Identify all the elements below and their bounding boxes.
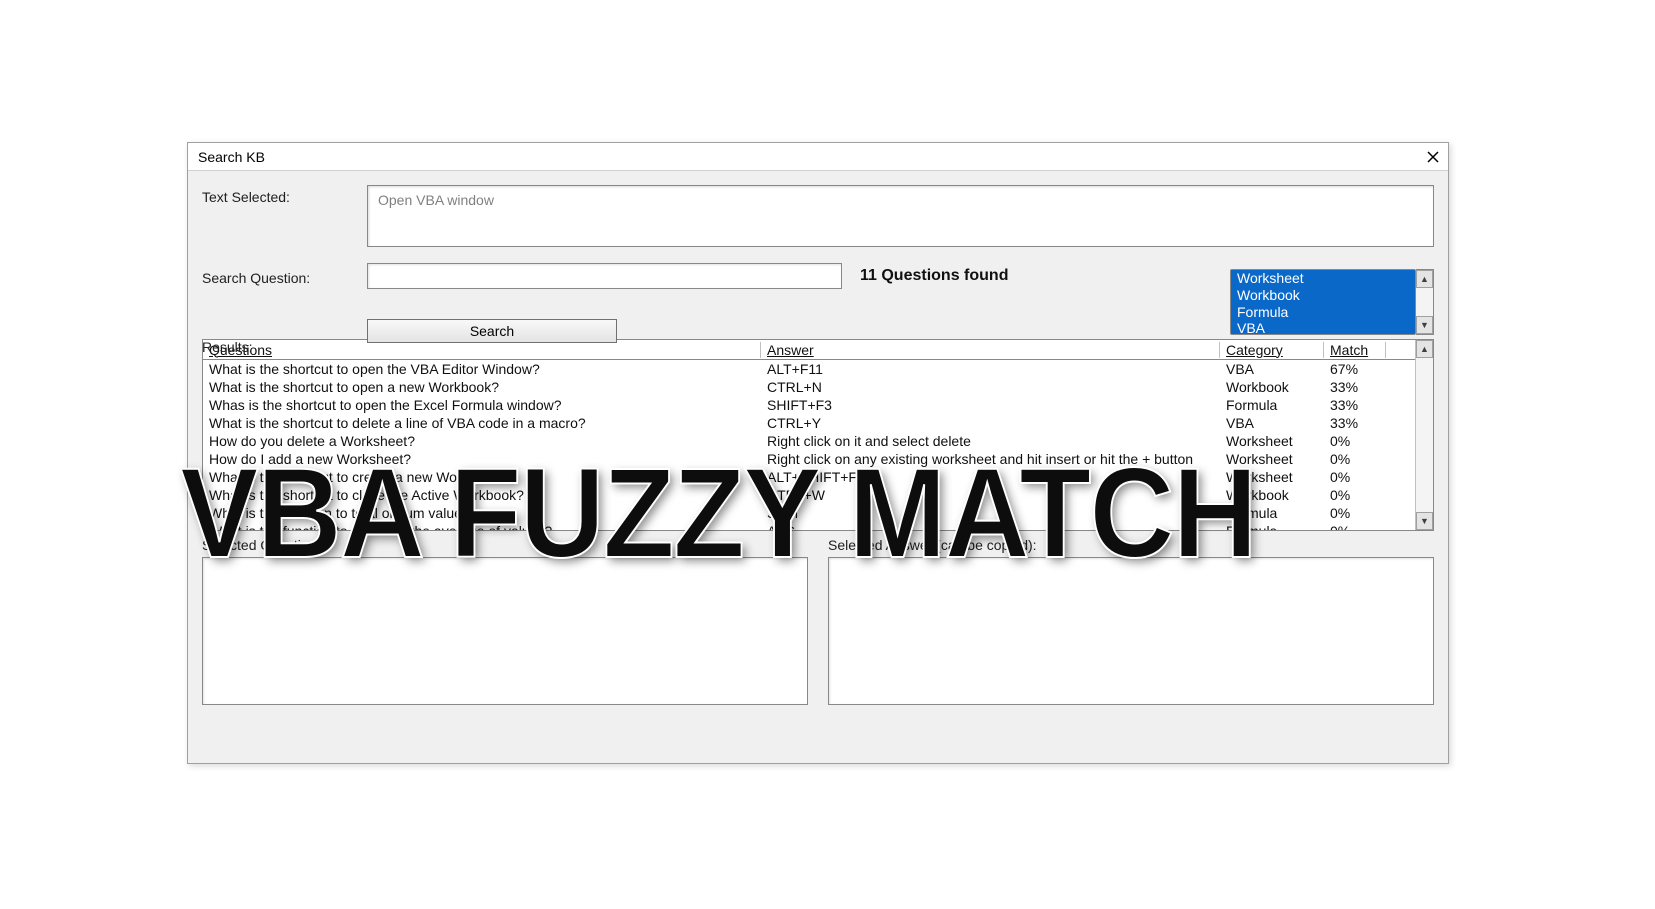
cell-answer: CTRL+W bbox=[761, 487, 1220, 503]
cell-category: Worksheet bbox=[1220, 433, 1324, 449]
search-kb-dialog: Search KB Text Selected: Open VBA window… bbox=[187, 142, 1449, 764]
table-row[interactable]: What is the shortcut to close the Active… bbox=[203, 486, 1415, 504]
cell-question: How do you delete a Worksheet? bbox=[203, 433, 761, 449]
category-option[interactable]: Worksheet bbox=[1231, 270, 1415, 287]
cell-category: Worksheet bbox=[1220, 451, 1324, 467]
table-row[interactable]: What is the shortcut to delete a line of… bbox=[203, 414, 1415, 432]
selected-answer-label: Selected Answer (can be copied): bbox=[828, 537, 1434, 553]
search-button[interactable]: Search bbox=[367, 319, 617, 343]
cell-question: Whas is the shortcut to open the Excel F… bbox=[203, 397, 761, 413]
cell-match: 33% bbox=[1324, 379, 1386, 395]
cell-category: VBA bbox=[1220, 361, 1324, 377]
category-list[interactable]: WorksheetWorkbookFormulaVBA bbox=[1230, 269, 1416, 335]
close-icon[interactable] bbox=[1424, 148, 1442, 166]
col-questions-header[interactable]: Questions bbox=[203, 342, 761, 358]
table-row[interactable]: What is the shortcut to create a new Wor… bbox=[203, 468, 1415, 486]
titlebar: Search KB bbox=[188, 143, 1448, 171]
col-category-header[interactable]: Category bbox=[1220, 342, 1324, 358]
cell-answer: Right click on it and select delete bbox=[761, 433, 1220, 449]
cell-answer: CTRL+N bbox=[761, 379, 1220, 395]
cell-category: VBA bbox=[1220, 415, 1324, 431]
search-question-input[interactable] bbox=[367, 263, 842, 289]
text-selected-label: Text Selected: bbox=[202, 185, 367, 205]
text-selected-box[interactable]: Open VBA window bbox=[367, 185, 1434, 247]
cell-match: 67% bbox=[1324, 361, 1386, 377]
scroll-up-icon[interactable]: ▲ bbox=[1416, 270, 1433, 288]
cell-match: 0% bbox=[1324, 451, 1386, 467]
table-row[interactable]: What is the shortcut to open the VBA Edi… bbox=[203, 360, 1415, 378]
cell-answer: AVG bbox=[761, 523, 1220, 530]
cell-match: 0% bbox=[1324, 505, 1386, 521]
table-row[interactable]: What is the shortcut to open a new Workb… bbox=[203, 378, 1415, 396]
results-label: Results: bbox=[202, 339, 253, 355]
questions-found-label: 11 Questions found bbox=[860, 267, 1008, 285]
table-row[interactable]: Whas is the shortcut to open the Excel F… bbox=[203, 396, 1415, 414]
cell-answer: SUM bbox=[761, 505, 1220, 521]
cell-question: What is the shortcut to open a new Workb… bbox=[203, 379, 761, 395]
cell-question: What is the shortcut to close the Active… bbox=[203, 487, 761, 503]
scroll-down-icon[interactable]: ▼ bbox=[1416, 316, 1433, 334]
cell-category: Workbook bbox=[1220, 379, 1324, 395]
cell-answer: ALT+SHIFT+F1 bbox=[761, 469, 1220, 485]
cell-category: Formula bbox=[1220, 397, 1324, 413]
cell-answer: CTRL+Y bbox=[761, 415, 1220, 431]
selected-question-label: Selected Question: bbox=[202, 537, 808, 553]
results-scrollbar[interactable]: ▲ ▼ bbox=[1415, 340, 1433, 530]
col-match-header[interactable]: Match bbox=[1324, 342, 1386, 358]
scroll-up-icon[interactable]: ▲ bbox=[1416, 340, 1433, 358]
cell-match: 0% bbox=[1324, 487, 1386, 503]
cell-match: 0% bbox=[1324, 523, 1386, 530]
cell-answer: ALT+F11 bbox=[761, 361, 1220, 377]
cell-match: 33% bbox=[1324, 415, 1386, 431]
table-row[interactable]: How do you delete a Worksheet?Right clic… bbox=[203, 432, 1415, 450]
cell-category: Worksheet bbox=[1220, 469, 1324, 485]
table-row[interactable]: What is the function to calculate the av… bbox=[203, 522, 1415, 530]
selected-question-box[interactable] bbox=[202, 557, 808, 705]
scroll-down-icon[interactable]: ▼ bbox=[1416, 512, 1433, 530]
cell-question: What is the function to total or sum val… bbox=[203, 505, 761, 521]
category-option[interactable]: VBA bbox=[1231, 320, 1415, 335]
cell-category: Workbook bbox=[1220, 487, 1324, 503]
col-answer-header[interactable]: Answer bbox=[761, 342, 1220, 358]
table-row[interactable]: How do I add a new Worksheet?Right click… bbox=[203, 450, 1415, 468]
cell-answer: Right click on any existing worksheet an… bbox=[761, 451, 1220, 467]
window-title: Search KB bbox=[198, 149, 265, 165]
results-table: Questions Answer Category Match What is … bbox=[202, 339, 1434, 531]
cell-question: What is the shortcut to create a new Wor… bbox=[203, 469, 761, 485]
cell-match: 0% bbox=[1324, 469, 1386, 485]
cell-question: What is the shortcut to open the VBA Edi… bbox=[203, 361, 761, 377]
cell-question: What is the shortcut to delete a line of… bbox=[203, 415, 761, 431]
category-option[interactable]: Formula bbox=[1231, 304, 1415, 321]
category-scrollbar[interactable]: ▲ ▼ bbox=[1416, 269, 1434, 335]
search-question-label: Search Question: bbox=[202, 266, 367, 286]
selected-answer-box[interactable] bbox=[828, 557, 1434, 705]
category-option[interactable]: Workbook bbox=[1231, 287, 1415, 304]
cell-category: Formula bbox=[1220, 505, 1324, 521]
cell-category: Formula bbox=[1220, 523, 1324, 530]
cell-question: What is the function to calculate the av… bbox=[203, 523, 761, 530]
results-header: Questions Answer Category Match bbox=[203, 340, 1415, 360]
cell-match: 33% bbox=[1324, 397, 1386, 413]
cell-match: 0% bbox=[1324, 433, 1386, 449]
cell-answer: SHIFT+F3 bbox=[761, 397, 1220, 413]
cell-question: How do I add a new Worksheet? bbox=[203, 451, 761, 467]
table-row[interactable]: What is the function to total or sum val… bbox=[203, 504, 1415, 522]
